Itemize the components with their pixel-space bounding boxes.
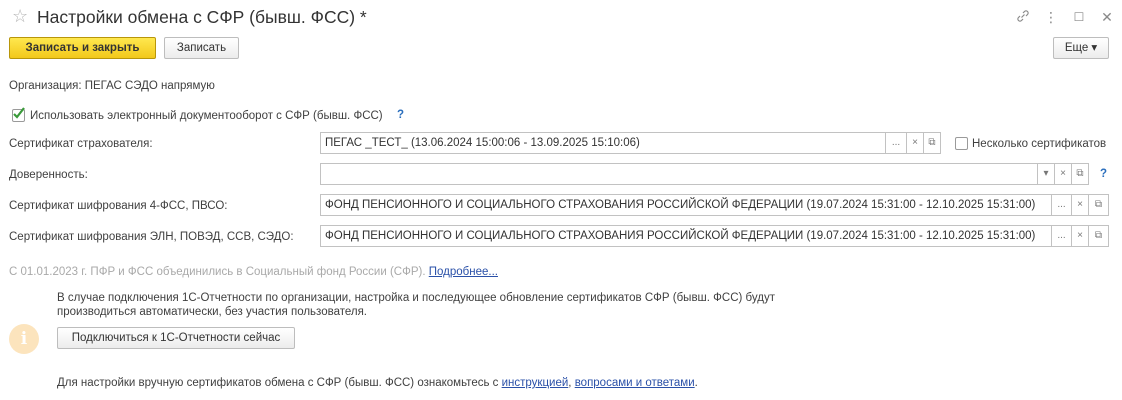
more-button[interactable]: Еще ▾ [1053,37,1109,59]
insurer-cert-clear-button[interactable]: × [906,132,924,154]
faq-link[interactable]: вопросами и ответами [575,377,695,389]
power-of-attorney-field[interactable] [320,163,1038,185]
favorite-star-icon[interactable]: ☆ [12,6,28,26]
save-button[interactable]: Записать [164,37,239,59]
enc-cert-eln-select-button[interactable]: ... [1051,225,1072,247]
several-certs-label: Несколько сертификатов [972,138,1107,150]
merger-notice: С 01.01.2023 г. ПФР и ФСС объединились в… [9,265,498,279]
enc-cert-eln-label: Сертификат шифрования ЭЛН, ПОВЭД, ССВ, С… [9,231,294,243]
power-of-attorney-label: Доверенность: [9,169,88,181]
info-text-line2: производиться автоматически, без участия… [57,306,368,318]
save-and-close-button[interactable]: Записать и закрыть [9,37,156,59]
title-bar: ☆ Настройки обмена с СФР (бывш. ФСС) * ⋮… [0,0,1122,34]
use-edo-checkbox[interactable] [12,107,25,122]
enc-cert-eln-open-icon[interactable]: ⧉ [1088,225,1109,247]
use-edo-label: Использовать электронный документооборот… [30,110,383,122]
checkmark-icon [13,107,25,119]
link-icon[interactable] [1015,9,1031,25]
manual-period: . [694,377,698,389]
window-title: Настройки обмена с СФР (бывш. ФСС) * [37,7,367,27]
enc-cert-4fss-field[interactable]: ФОНД ПЕНСИОННОГО И СОЦИАЛЬНОГО СТРАХОВАН… [320,194,1052,216]
instructions-link[interactable]: инструкцией [502,377,569,389]
use-edo-help-icon[interactable]: ? [397,109,404,121]
info-icon: i [9,324,39,354]
insurer-cert-field[interactable]: ПЕГАС _ТЕСТ_ (13.06.2024 15:00:06 - 13.0… [320,132,886,154]
manual-comma: , [568,377,572,389]
maximize-icon[interactable]: ☐ [1071,9,1087,25]
power-of-attorney-clear-button[interactable]: × [1054,163,1072,185]
more-info-link[interactable]: Подробнее... [429,266,498,278]
power-of-attorney-help-icon[interactable]: ? [1100,168,1107,180]
more-menu-icon[interactable]: ⋮ [1043,9,1059,25]
enc-cert-eln-clear-button[interactable]: × [1071,225,1089,247]
insurer-cert-label: Сертификат страхователя: [9,138,153,150]
connect-1c-reporting-button[interactable]: Подключиться к 1С-Отчетности сейчас [57,327,295,349]
enc-cert-eln-field[interactable]: ФОНД ПЕНСИОННОГО И СОЦИАЛЬНОГО СТРАХОВАН… [320,225,1052,247]
several-certs-checkbox[interactable] [955,137,968,150]
close-icon[interactable]: ✕ [1099,9,1115,25]
enc-cert-4fss-label: Сертификат шифрования 4-ФСС, ПВСО: [9,200,228,212]
info-text-line1: В случае подключения 1С-Отчетности по ор… [57,292,775,304]
enc-cert-4fss-select-button[interactable]: ... [1051,194,1072,216]
power-of-attorney-dropdown-icon[interactable]: ▾ [1037,163,1055,185]
power-of-attorney-open-icon[interactable]: ⧉ [1071,163,1089,185]
manual-setup-prefix: Для настройки вручную сертификатов обмен… [57,377,499,389]
enc-cert-4fss-open-icon[interactable]: ⧉ [1088,194,1109,216]
insurer-cert-open-icon[interactable]: ⧉ [923,132,941,154]
merger-notice-text: С 01.01.2023 г. ПФР и ФСС объединились в… [9,266,426,278]
manual-setup-text: Для настройки вручную сертификатов обмен… [57,376,698,390]
enc-cert-4fss-clear-button[interactable]: × [1071,194,1089,216]
insurer-cert-select-button[interactable]: ... [885,132,907,154]
organization-label: Организация: ПЕГАС СЭДО напрямую [9,80,215,92]
